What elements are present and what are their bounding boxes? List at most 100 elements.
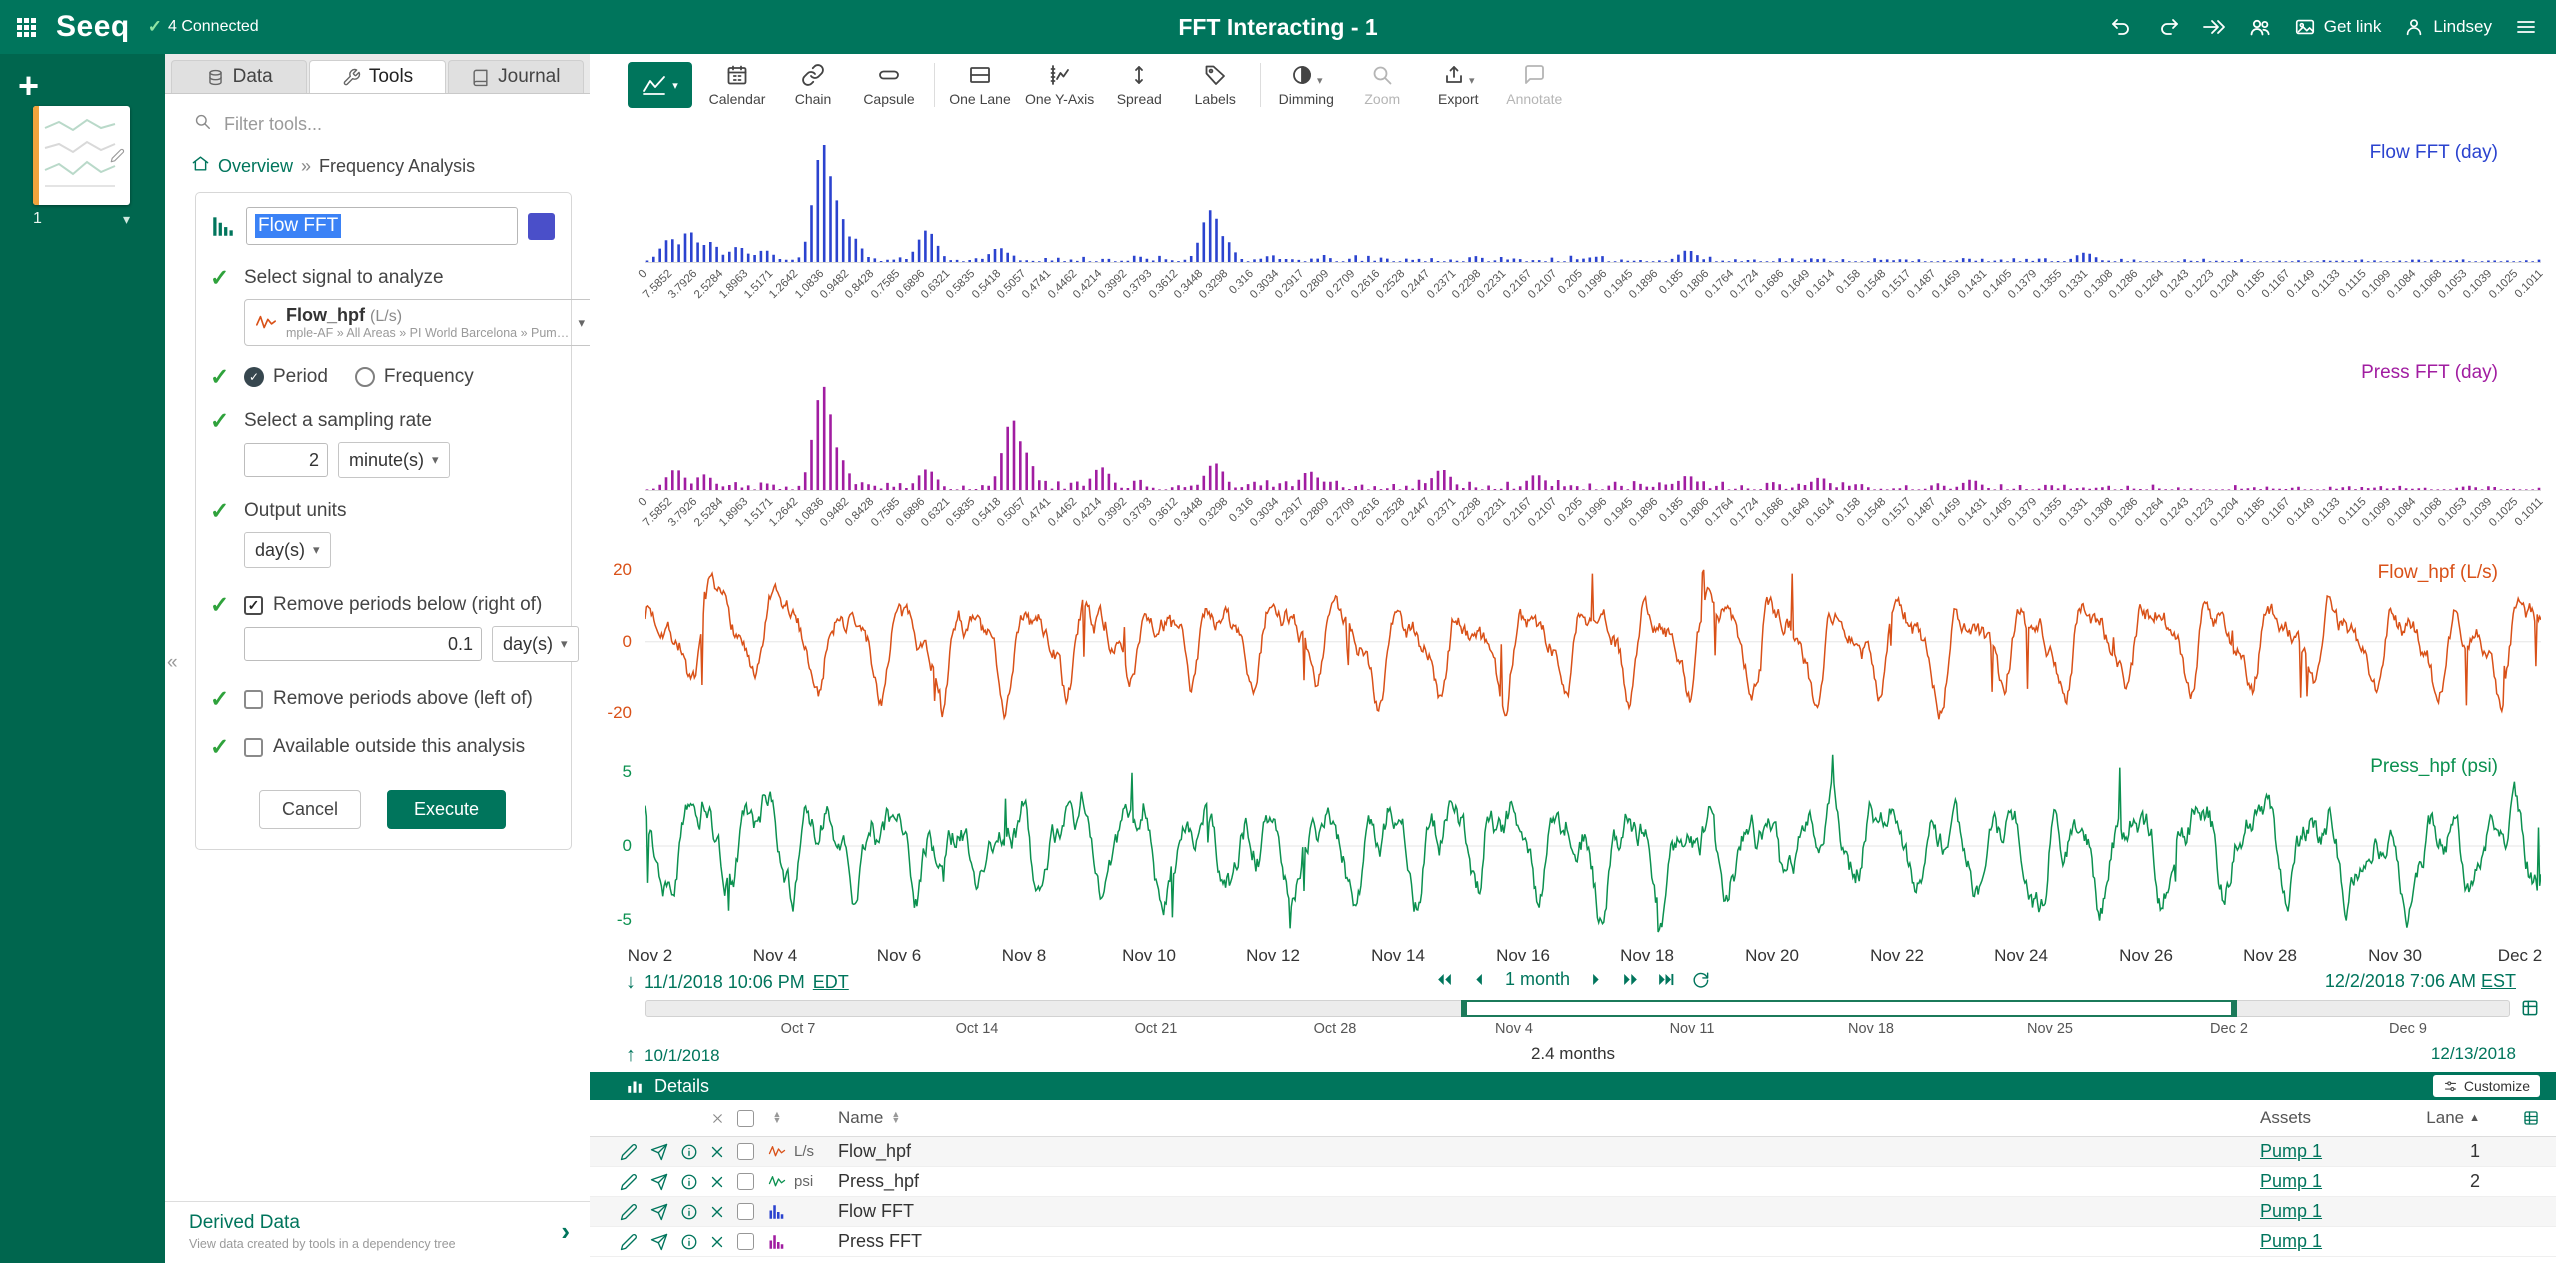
sort-icon[interactable]: ▲▼ [773,1112,782,1123]
home-icon[interactable] [191,154,210,178]
sampling-unit-select[interactable]: minute(s) ▾ [338,442,450,478]
details-row-press-fft[interactable]: Press FFT Pump 1 [590,1227,2556,1257]
tab-tools[interactable]: Tools [309,60,445,93]
send-item-icon[interactable] [644,1173,674,1191]
edit-item-icon[interactable] [614,1203,644,1221]
lane-label-flow-hpf[interactable]: Flow_hpf (L/s) [2378,562,2498,584]
edit-item-icon[interactable] [614,1173,644,1191]
skip-to-end-icon[interactable] [1656,970,1675,989]
output-unit-select[interactable]: day(s) ▾ [244,532,331,568]
tab-data[interactable]: Data [171,60,307,93]
toolbar-calendar-button[interactable]: Calendar [706,57,768,113]
share-forward-icon[interactable] [2202,15,2226,39]
range-step-label[interactable]: 1 month [1505,969,1570,990]
edit-item-icon[interactable] [614,1143,644,1161]
hamburger-menu-icon[interactable] [2514,15,2538,39]
derived-data-chevron-icon[interactable]: › [561,1216,570,1247]
investigate-range-end[interactable]: 12/13/2018 [2431,1044,2516,1064]
asset-link[interactable]: Pump 1 [2260,1171,2322,1192]
details-row-flow-fft[interactable]: Flow FFT Pump 1 [590,1197,2556,1227]
press-hpf-y-axis[interactable]: 50-5 [590,750,638,942]
select-item-checkbox[interactable] [737,1233,754,1250]
derived-data-section[interactable]: Derived Data View data created by tools … [165,1201,590,1263]
signal-select[interactable]: Flow_hpf (L/s) mple-AF » All Areas » PI … [244,299,596,346]
item-name[interactable]: Press FFT [838,1231,2260,1252]
asset-link[interactable]: Pump 1 [2260,1141,2322,1162]
cancel-button[interactable]: Cancel [259,790,361,829]
item-name[interactable]: Flow FFT [838,1201,2260,1222]
edit-worksheet-icon[interactable] [110,148,125,168]
flow-hpf-y-axis[interactable]: 200-20 [590,556,638,742]
details-row-flow-hpf[interactable]: L/s Flow_hpf Pump 1 1 [590,1137,2556,1167]
trend-view-button[interactable]: ▾ [628,62,692,108]
column-lane-label[interactable]: Lane [2426,1108,2464,1128]
connection-status[interactable]: ✓ 4 Connected [148,17,259,37]
user-menu[interactable]: Lindsey [2403,16,2492,38]
display-end-timezone[interactable]: EST [2481,971,2516,991]
redo-icon[interactable] [2156,15,2180,39]
remove-item-icon[interactable] [704,1143,730,1161]
column-assets-label[interactable]: Assets [2260,1108,2420,1128]
display-start-timezone[interactable]: EDT [813,972,849,993]
refresh-icon[interactable] [1691,970,1710,989]
toolbar-labels-button[interactable]: Labels [1184,57,1246,113]
sort-icon[interactable]: ▲▼ [891,1112,900,1123]
press-fft-bar-chart[interactable] [645,378,2541,491]
flow-fft-bar-chart[interactable] [645,136,2541,263]
edit-item-icon[interactable] [614,1233,644,1251]
press-hpf-line-chart[interactable] [645,750,2541,942]
worksheet-thumbnail[interactable] [33,106,130,205]
timeline-scrubber[interactable] [645,1000,2510,1017]
lane-label-flow-fft[interactable]: Flow FFT (day) [2370,142,2498,164]
fast-rewind-icon[interactable] [1435,970,1454,989]
tab-journal[interactable]: Journal [448,60,584,93]
period-radio[interactable]: ✓ [244,367,264,387]
remove-below-input[interactable] [244,627,482,661]
lane-label-press-hpf[interactable]: Press_hpf (psi) [2370,756,2498,778]
get-link-button[interactable]: Get link [2294,16,2382,38]
send-item-icon[interactable] [644,1143,674,1161]
remove-below-checkbox[interactable]: ✓ [244,596,263,615]
toolbar-dimming-button[interactable]: ▾ Dimming [1275,57,1337,113]
toolbar-one-lane-button[interactable]: One Lane [949,57,1011,113]
select-all-checkbox[interactable] [737,1110,754,1127]
toolbar-spread-button[interactable]: Spread [1108,57,1170,113]
filter-tools-input[interactable] [222,113,570,136]
customize-button[interactable]: Customize [2433,1075,2540,1097]
color-swatch-button[interactable] [528,213,555,240]
users-icon[interactable] [2248,15,2272,39]
undo-icon[interactable] [2110,15,2134,39]
app-launcher-icon[interactable] [14,15,38,39]
remove-item-icon[interactable] [704,1173,730,1191]
info-icon[interactable] [674,1233,704,1251]
step-back-icon[interactable] [1470,970,1489,989]
info-icon[interactable] [674,1173,704,1191]
collapse-rail-icon[interactable]: « [167,652,178,674]
remove-above-checkbox[interactable] [244,690,263,709]
fast-forward-icon[interactable] [1621,970,1640,989]
remove-item-icon[interactable] [704,1203,730,1221]
item-name[interactable]: Flow_hpf [838,1141,2260,1162]
timeline-options-icon[interactable] [2520,998,2540,1023]
sampling-rate-input[interactable] [244,443,328,477]
asset-link[interactable]: Pump 1 [2260,1231,2322,1252]
select-item-checkbox[interactable] [737,1143,754,1160]
display-range-start[interactable]: ↓ 11/1/2018 10:06 PM EDT [626,971,849,994]
column-config-icon[interactable] [2490,1109,2540,1127]
toolbar-capsule-button[interactable]: Capsule [858,57,920,113]
display-range-end[interactable]: 12/2/2018 7:06 AM EST [2325,971,2516,992]
timeline-selection[interactable] [1461,1000,2237,1017]
toolbar-chain-button[interactable]: Chain [782,57,844,113]
details-row-press-hpf[interactable]: psi Press_hpf Pump 1 2 [590,1167,2556,1197]
trend-chart-area[interactable]: 07.58523.79262.52841.89631.51711.26421.0… [590,116,2556,968]
result-name-input[interactable]: Flow FFT [246,207,518,245]
below-unit-select[interactable]: day(s) ▾ [492,626,579,662]
lane-label-press-fft[interactable]: Press FFT (day) [2361,362,2498,384]
breadcrumb-overview[interactable]: Overview [218,156,293,177]
column-name-label[interactable]: Name [838,1108,883,1128]
send-item-icon[interactable] [644,1233,674,1251]
toolbar-export-button[interactable]: ▾ Export [1427,57,1489,113]
send-item-icon[interactable] [644,1203,674,1221]
flow-hpf-line-chart[interactable] [645,556,2541,742]
info-icon[interactable] [674,1143,704,1161]
